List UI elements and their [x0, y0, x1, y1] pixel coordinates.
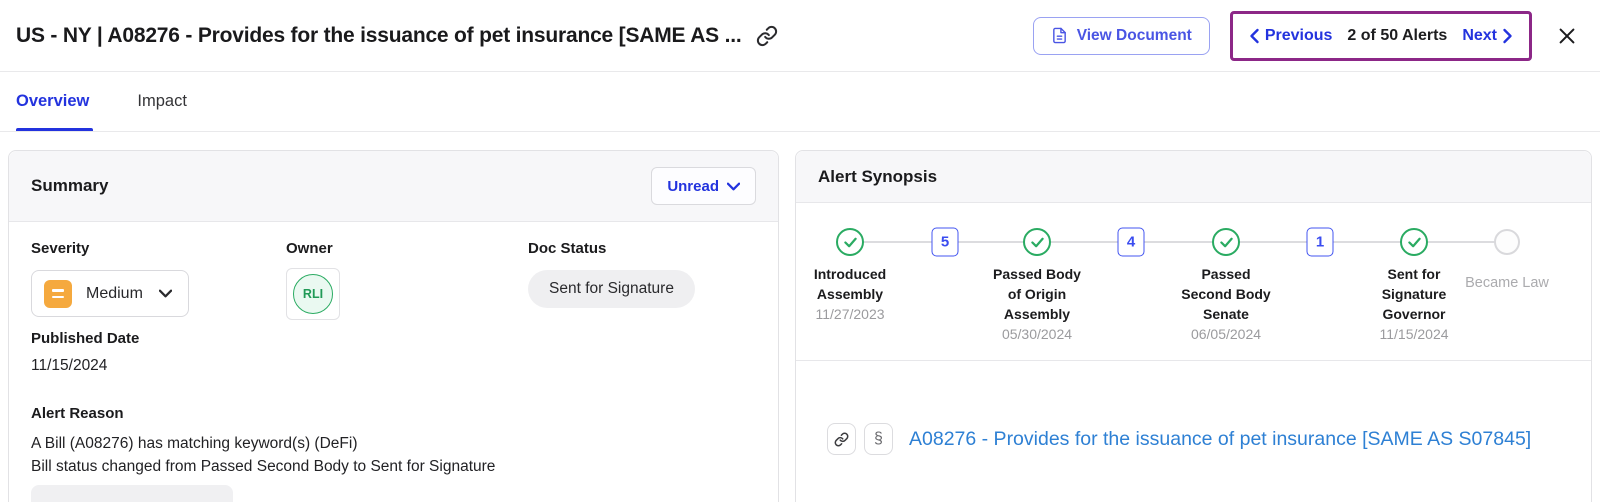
view-document-button[interactable]: View Document — [1033, 17, 1210, 55]
severity-value: Medium — [86, 285, 143, 303]
bill-link-row: § A08276 - Provides for the issuance of … — [796, 361, 1591, 455]
milestone-date: 05/30/2024 — [952, 324, 1122, 344]
published-date-label: Published Date — [31, 330, 139, 347]
milestone-check-icon — [1400, 228, 1428, 256]
owner-selector[interactable]: RLI — [286, 268, 340, 320]
summary-card: Summary Unread Severity Owner Doc Status… — [8, 150, 779, 502]
action-count-badge[interactable]: 5 — [932, 228, 959, 257]
section-sign-icon[interactable]: § — [864, 423, 893, 455]
document-icon — [1051, 27, 1068, 44]
previous-alert-button[interactable]: Previous — [1249, 27, 1333, 45]
milestone-check-icon — [1212, 228, 1240, 256]
synopsis-title: Alert Synopsis — [818, 167, 937, 187]
milestone-line: Introduced — [765, 264, 935, 284]
summary-body: Severity Owner Doc Status Medium RLI Sen… — [9, 222, 778, 502]
synopsis-card-header: Alert Synopsis — [796, 151, 1591, 203]
page-title: US - NY | A08276 - Provides for the issu… — [16, 24, 742, 48]
milestone-line: Passed — [1141, 264, 1311, 284]
milestone-pending-icon — [1494, 229, 1520, 255]
topbar-actions: View Document Previous 2 of 50 Alerts Ne… — [1033, 11, 1582, 61]
main-content: Summary Unread Severity Owner Doc Status… — [0, 132, 1600, 502]
milestone-line: Senate — [1141, 304, 1311, 324]
chevron-left-icon — [1249, 28, 1260, 44]
milestone-line: Governor — [1329, 304, 1499, 324]
close-icon[interactable] — [1552, 21, 1582, 51]
chevron-right-icon — [1502, 28, 1513, 44]
published-date-value: 11/15/2024 — [31, 357, 107, 375]
topbar: US - NY | A08276 - Provides for the issu… — [0, 0, 1600, 72]
bill-title-link[interactable]: A08276 - Provides for the issuance of pe… — [909, 428, 1531, 451]
chevron-down-icon — [727, 182, 740, 191]
doc-status-label: Doc Status — [528, 240, 606, 257]
milestone-check-icon — [836, 228, 864, 256]
milestone-line: Assembly — [765, 284, 935, 304]
copy-link-icon[interactable] — [827, 423, 856, 455]
owner-label: Owner — [286, 240, 333, 257]
alert-position-text: 2 of 50 Alerts — [1347, 27, 1447, 45]
milestone-label: Introduced Assembly 11/27/2023 — [765, 264, 935, 324]
alert-reason-text: A Bill (A08276) has matching keyword(s) … — [31, 432, 495, 478]
next-alert-button[interactable]: Next — [1462, 27, 1513, 45]
milestone-line: Second Body — [1141, 284, 1311, 304]
avatar: RLI — [293, 274, 333, 314]
read-state-dropdown[interactable]: Unread — [651, 167, 756, 205]
doc-status-value: Sent for Signature — [549, 280, 674, 298]
tab-bar: Overview Impact — [0, 72, 1600, 132]
tab-impact[interactable]: Impact — [137, 72, 187, 131]
severity-dropdown[interactable]: Medium — [31, 270, 189, 317]
previous-label: Previous — [1265, 27, 1333, 45]
keyword-tag-clipped[interactable] — [31, 485, 233, 502]
action-count-badge[interactable]: 4 — [1118, 228, 1145, 257]
chevron-down-icon — [159, 289, 172, 298]
read-state-label: Unread — [667, 178, 719, 195]
alert-synopsis-card: Alert Synopsis 5 4 1 Introduced — [795, 150, 1592, 502]
milestone-line: of Origin — [952, 284, 1122, 304]
alert-reason-line-1: A Bill (A08276) has matching keyword(s) … — [31, 432, 495, 455]
alert-reason-label: Alert Reason — [31, 405, 124, 422]
link-icon[interactable] — [756, 25, 778, 47]
bill-progress-timeline: 5 4 1 Introduced Assembly 11/27/2023 Pas… — [796, 203, 1591, 361]
alert-pager-highlight: Previous 2 of 50 Alerts Next — [1230, 11, 1532, 61]
doc-status-badge: Sent for Signature — [528, 270, 695, 308]
summary-title: Summary — [31, 176, 108, 196]
summary-card-header: Summary Unread — [9, 151, 778, 222]
severity-label: Severity — [31, 240, 89, 257]
next-label: Next — [1462, 27, 1497, 45]
milestone-check-icon — [1023, 228, 1051, 256]
tab-overview[interactable]: Overview — [16, 72, 89, 131]
milestone-line: Passed Body — [952, 264, 1122, 284]
title-wrap: US - NY | A08276 - Provides for the issu… — [16, 24, 778, 48]
action-count-badge[interactable]: 1 — [1307, 228, 1334, 257]
milestone-label: Passed Second Body Senate 06/05/2024 — [1141, 264, 1311, 344]
view-document-label: View Document — [1077, 27, 1192, 45]
milestone-date: 06/05/2024 — [1141, 324, 1311, 344]
milestone-label-pending: Became Law — [1465, 275, 1549, 291]
milestone-line: Assembly — [952, 304, 1122, 324]
milestone-label: Passed Body of Origin Assembly 05/30/202… — [952, 264, 1122, 344]
milestone-date: 11/15/2024 — [1329, 324, 1499, 344]
severity-medium-icon — [44, 280, 72, 308]
milestone-date: 11/27/2023 — [765, 304, 935, 324]
alert-reason-line-2: Bill status changed from Passed Second B… — [31, 455, 495, 478]
